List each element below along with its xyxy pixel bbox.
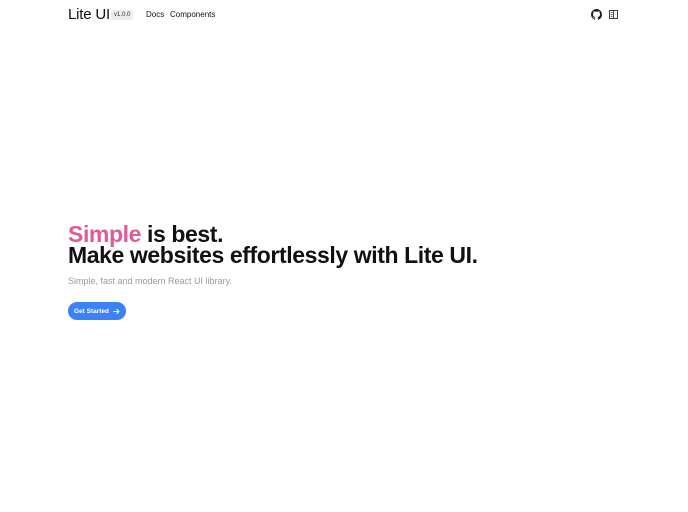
hero-line2: Make websites effortlessly with Lite UI. (68, 242, 478, 268)
get-started-button[interactable]: Get Started (68, 302, 126, 320)
arrow-right-icon (113, 308, 120, 314)
hero-section: Simple is best. Make websites effortless… (68, 223, 478, 268)
hero-subtitle: Simple, fast and modern React UI library… (68, 276, 232, 286)
top-navbar: Lite UI v1.0.0 Docs Components (0, 0, 688, 28)
get-started-label: Get Started (73, 307, 110, 315)
brand-logo[interactable]: Lite UI (68, 6, 110, 23)
nav-components-link[interactable]: Components (170, 10, 215, 19)
nav-docs-link[interactable]: Docs (146, 10, 164, 19)
version-badge: v1.0.0 (111, 10, 134, 20)
theme-toggle-icon[interactable] (608, 9, 619, 20)
github-icon[interactable] (591, 9, 602, 20)
